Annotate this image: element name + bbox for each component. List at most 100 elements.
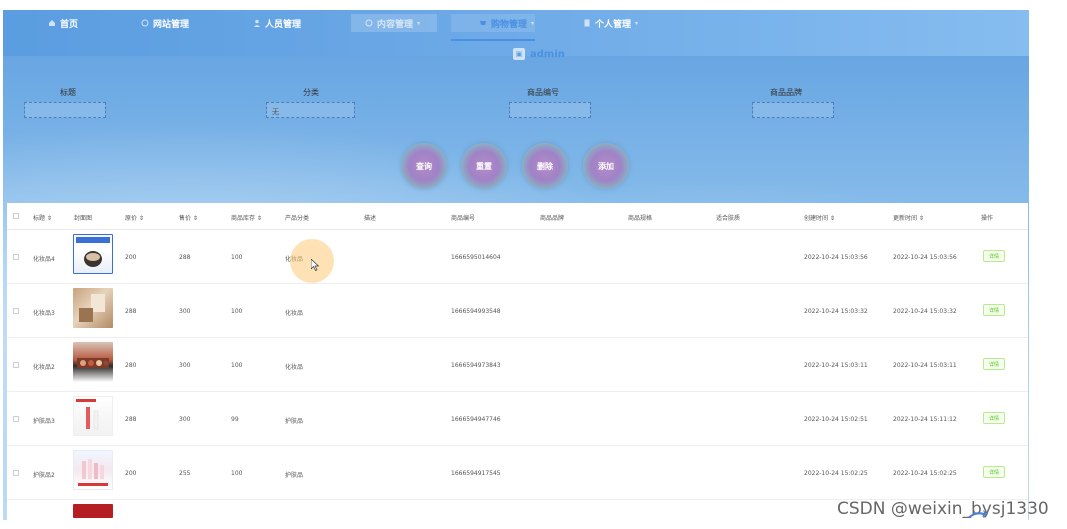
cell-title: 化妆品4	[33, 256, 55, 263]
cell-created: 2022-10-24 15:02:25	[804, 470, 868, 477]
cell-price: 255	[179, 470, 191, 477]
table-row[interactable]: 护肤品3 288 300 99 护肤品 1666594947746 2022-1…	[7, 392, 1028, 446]
detail-button[interactable]: 详情	[983, 412, 1005, 424]
row-checkbox[interactable]	[13, 362, 19, 368]
cell-title: 护肤品2	[33, 472, 55, 479]
col-header-category: 产品分类	[285, 215, 310, 222]
detail-button[interactable]: 详情	[983, 466, 1005, 478]
cell-price: 300	[179, 416, 191, 423]
product-thumbnail	[73, 396, 113, 436]
cell-stock: 99	[231, 416, 239, 423]
detail-button[interactable]: 详情	[983, 304, 1005, 316]
filter-label-title: 标题	[60, 88, 76, 97]
cell-created: 2022-10-24 15:02:51	[804, 416, 868, 423]
col-header-original-price[interactable]: 原价 ⇕	[125, 213, 144, 222]
user-menu[interactable]: ▣ admin	[513, 48, 565, 60]
chevron-down-icon: ▾	[417, 19, 421, 27]
cell-category: 化妆品	[285, 310, 304, 317]
cell-updated: 2022-10-24 15:03:56	[893, 254, 957, 261]
mouse-cursor-icon	[311, 259, 319, 271]
reset-button[interactable]: 重置	[461, 143, 507, 189]
content-icon	[365, 19, 373, 27]
document-icon	[583, 19, 591, 27]
detail-button[interactable]: 详情	[983, 250, 1005, 262]
avatar-icon: ▣	[513, 48, 525, 60]
detail-button[interactable]: 详情	[983, 358, 1005, 370]
col-header-skin-type: 适合肤质	[716, 215, 741, 222]
col-header-title[interactable]: 标题 ⇕	[33, 213, 52, 222]
col-header-stock[interactable]: 商品库存 ⇕	[231, 213, 262, 222]
title-input[interactable]	[24, 102, 106, 118]
cell-price: 300	[179, 308, 191, 315]
home-icon	[48, 19, 56, 27]
cell-created: 2022-10-24 15:03:56	[804, 254, 868, 261]
cell-updated: 2022-10-24 15:03:11	[893, 362, 957, 369]
cell-original-price: 200	[125, 254, 137, 261]
nav-item-personal[interactable]: 个人管理 ▾	[583, 15, 638, 31]
nav-item-shopping[interactable]: 购物管理 ▾	[451, 14, 535, 32]
search-button[interactable]: 查询	[401, 143, 447, 189]
row-checkbox[interactable]	[13, 470, 19, 476]
row-checkbox[interactable]	[13, 254, 19, 260]
cell-price: 288	[179, 254, 191, 261]
product-table: 标题 ⇕ 封面图 原价 ⇕ 售价 ⇕ 商品库存 ⇕ 产品分类 描述 商品编号 商…	[7, 203, 1028, 520]
col-header-action: 操作	[981, 215, 994, 222]
add-button[interactable]: 添加	[583, 143, 629, 189]
main-panel: 首页 网站管理 人员管理 内容管理 ▾ 购物管理 ▾ 个人管理 ▾ ▣ admi…	[3, 10, 1029, 520]
select-all-checkbox[interactable]	[13, 213, 19, 219]
cell-title: 护肤品3	[33, 418, 55, 425]
nav-label: 购物管理	[491, 19, 528, 30]
cell-category: 护肤品	[285, 472, 304, 479]
col-header-description: 描述	[364, 215, 377, 222]
cell-original-price: 288	[125, 308, 137, 315]
product-thumbnail	[73, 342, 113, 382]
col-header-brand: 商品品牌	[540, 215, 565, 222]
delete-button[interactable]: 删除	[522, 143, 568, 189]
shopping-icon	[479, 19, 487, 27]
filter-label-category: 分类	[303, 88, 319, 97]
cell-sku: 1666595014604	[451, 254, 501, 261]
chevron-down-icon: ▾	[531, 19, 535, 27]
user-icon	[253, 19, 261, 27]
nav-item-website[interactable]: 网站管理	[141, 15, 189, 31]
row-checkbox[interactable]	[13, 308, 19, 314]
website-icon	[141, 19, 149, 27]
brand-input[interactable]	[752, 102, 834, 118]
cell-price: 300	[179, 362, 191, 369]
page: 首页 网站管理 人员管理 内容管理 ▾ 购物管理 ▾ 个人管理 ▾ ▣ admi…	[0, 0, 1067, 529]
cell-updated: 2022-10-24 15:11:12	[893, 416, 957, 423]
arrow-icon	[968, 510, 988, 518]
table-row[interactable]: 化妆品3 288 300 100 化妆品 1666594993548 2022-…	[7, 284, 1028, 338]
cell-original-price: 280	[125, 362, 137, 369]
table-row[interactable]: 护肤品2 200 255 100 护肤品 1666594917545 2022-…	[7, 446, 1028, 500]
col-header-cover: 封面图	[74, 215, 93, 222]
nav-item-users[interactable]: 人员管理	[253, 15, 301, 31]
row-checkbox[interactable]	[13, 416, 19, 422]
cell-updated: 2022-10-24 15:02:25	[893, 470, 957, 477]
nav-label: 人员管理	[265, 19, 302, 30]
col-header-sku: 商品编号	[451, 215, 476, 222]
nav-active-indicator	[451, 39, 535, 41]
col-header-spec: 商品规格	[628, 215, 653, 222]
chevron-down-icon: ▾	[635, 19, 639, 27]
sku-input[interactable]	[509, 102, 591, 118]
cell-updated: 2022-10-24 15:03:32	[893, 308, 957, 315]
cell-title: 化妆品3	[33, 310, 55, 317]
col-header-created[interactable]: 创建时间 ⇕	[804, 213, 835, 222]
cell-sku: 1666594917545	[451, 470, 501, 477]
cell-category: 护肤品	[285, 418, 304, 425]
table-row[interactable]: 化妆品4 200 288 100 化妆品 1666595014604 2022-…	[7, 230, 1028, 284]
table-row[interactable]: 化妆品2 280 300 100 化妆品 1666594973843 2022-…	[7, 338, 1028, 392]
product-thumbnail	[73, 234, 113, 274]
col-header-price[interactable]: 售价 ⇕	[179, 213, 198, 222]
cell-original-price: 200	[125, 470, 137, 477]
cell-created: 2022-10-24 15:03:32	[804, 308, 868, 315]
nav-label: 个人管理	[595, 19, 632, 30]
col-header-updated[interactable]: 更新时间 ⇕	[893, 213, 924, 222]
nav-item-home[interactable]: 首页	[48, 15, 78, 31]
cell-created: 2022-10-24 15:03:11	[804, 362, 868, 369]
nav-label: 首页	[60, 19, 79, 30]
nav-item-content[interactable]: 内容管理 ▾	[351, 14, 437, 32]
category-select[interactable]: 无	[266, 102, 355, 118]
cell-original-price: 288	[125, 416, 137, 423]
